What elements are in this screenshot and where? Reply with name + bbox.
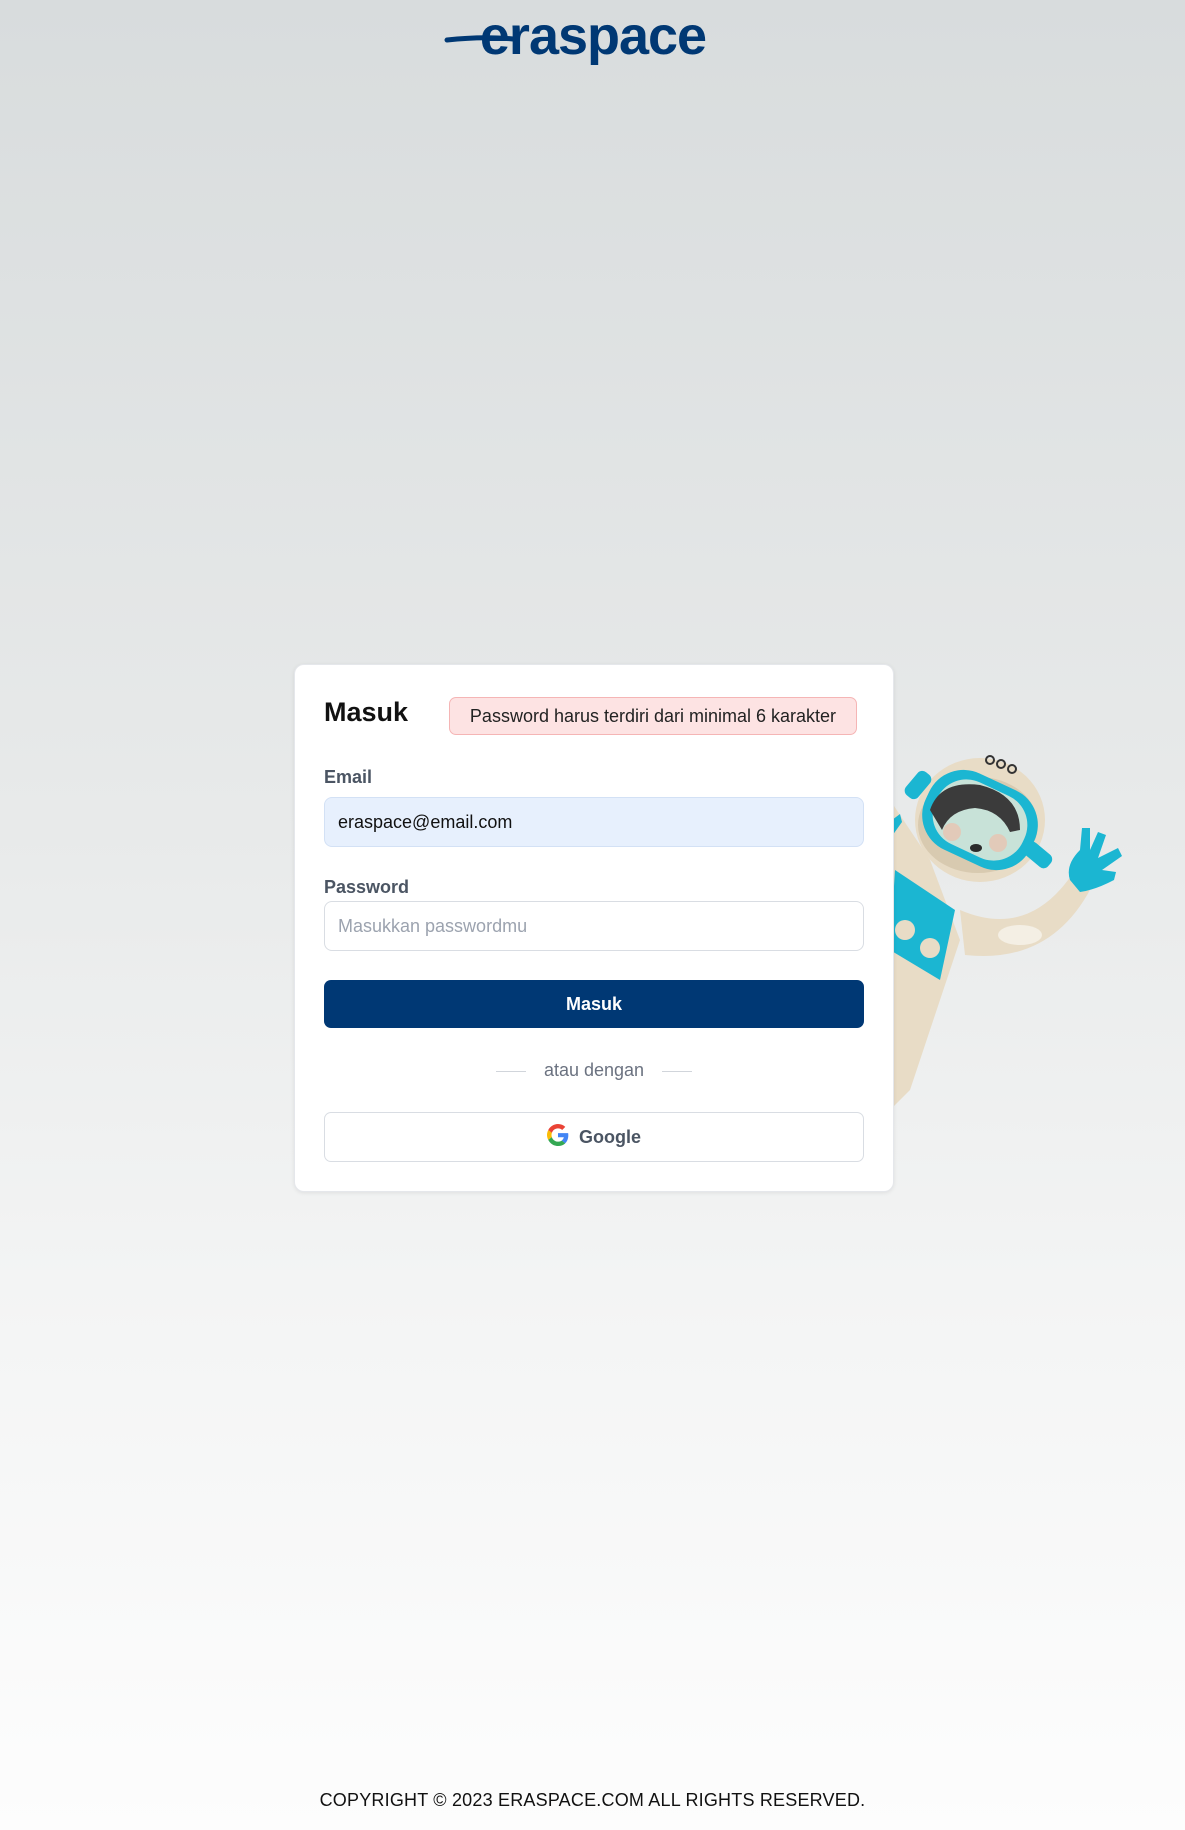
divider-line-right <box>662 1070 693 1072</box>
email-label: Email <box>324 767 373 787</box>
astronaut-illustration <box>870 740 1170 1115</box>
google-login-button[interactable]: Google <box>324 1112 864 1162</box>
password-label: Password <box>324 877 410 897</box>
login-title: Masuk <box>324 697 409 727</box>
google-icon <box>547 1123 569 1151</box>
footer-copyright: COPYRIGHT © 2023 ERASPACE.COM ALL RIGHTS… <box>319 1790 866 1810</box>
google-label: Google <box>579 1126 641 1147</box>
login-card: Masuk Password harus terdiri dari minima… <box>294 664 894 1192</box>
email-input[interactable] <box>324 797 864 847</box>
divider-line-left <box>495 1070 526 1072</box>
brand-logo[interactable]: eraspace <box>0 6 1185 73</box>
brand-name: eraspace <box>479 6 705 66</box>
submit-button[interactable]: Masuk <box>324 980 864 1028</box>
divider-text: atau dengan <box>543 1060 645 1080</box>
divider: atau dengan <box>324 1060 864 1082</box>
error-alert: Password harus terdiri dari minimal 6 ka… <box>449 697 857 735</box>
eraspace-logo: eraspace <box>444 6 707 66</box>
password-input[interactable] <box>324 901 864 951</box>
